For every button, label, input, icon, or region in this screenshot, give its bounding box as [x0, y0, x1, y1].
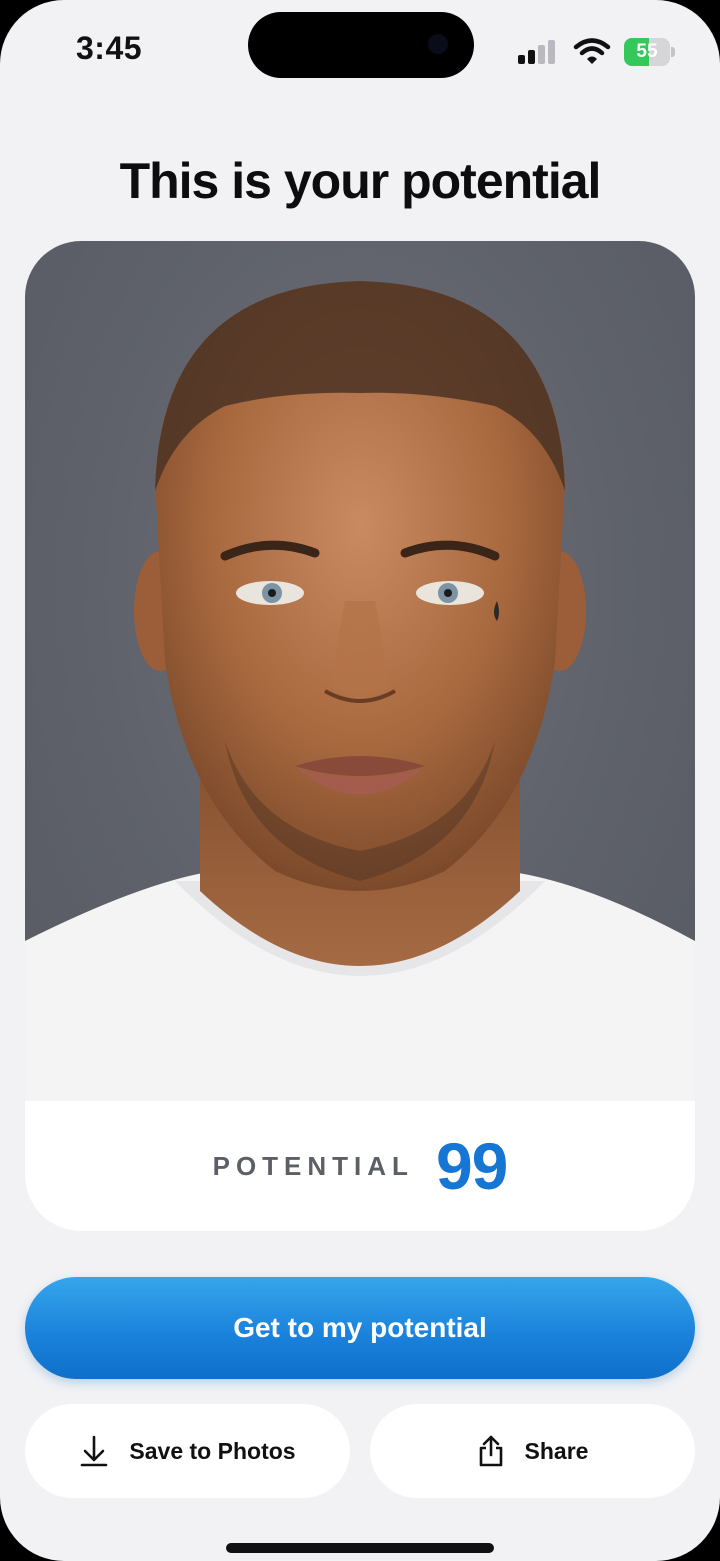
potential-score: POTENTIAL 99 [25, 1101, 695, 1231]
score-label: POTENTIAL [212, 1150, 414, 1181]
share-button[interactable]: Share [370, 1404, 695, 1498]
app-screen: 3:45 55 This is your potential POTENTIAL… [0, 0, 720, 1561]
share-icon [479, 1435, 502, 1467]
page-title: This is your potential [119, 153, 602, 209]
status-time: 3:45 [76, 30, 143, 66]
portrait-illustration [25, 281, 695, 1101]
score-value: 99 [435, 1129, 508, 1203]
front-camera-icon [428, 34, 448, 54]
share-button-label: Share [524, 1437, 589, 1464]
portrait-photo [25, 241, 695, 1101]
result-card: POTENTIAL 99 [25, 241, 695, 1231]
battery-level: 55 [636, 41, 658, 62]
save-to-photos-button[interactable]: Save to Photos [25, 1404, 350, 1498]
battery-charging-icon: 55 [624, 38, 676, 66]
primary-button-label: Get to my potential [233, 1312, 487, 1343]
download-icon [81, 1435, 108, 1467]
status-bar: 3:45 55 [0, 0, 720, 100]
cellular-signal-icon [518, 40, 558, 64]
wifi-icon [573, 38, 611, 64]
dynamic-island [248, 12, 474, 78]
get-to-my-potential-button[interactable]: Get to my potential [25, 1277, 695, 1379]
home-indicator[interactable] [226, 1543, 494, 1553]
save-button-label: Save to Photos [129, 1437, 296, 1464]
